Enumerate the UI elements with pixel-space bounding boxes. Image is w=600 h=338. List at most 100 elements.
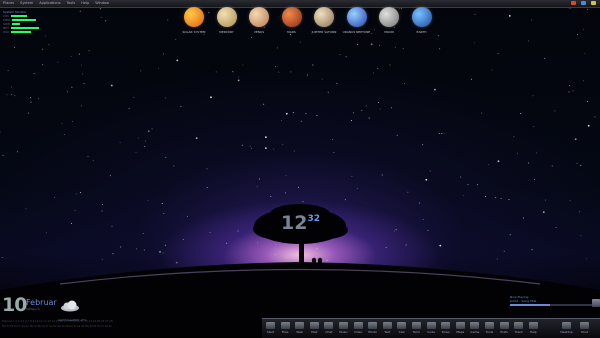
dock-item-desktop[interactable]: Desktop: [560, 322, 573, 334]
star: [143, 249, 145, 251]
dock-item-shut[interactable]: Shut: [578, 322, 591, 334]
dock-item-help[interactable]: Help: [527, 322, 540, 334]
star: [102, 203, 103, 205]
star: [41, 48, 43, 50]
menu-item-applications[interactable]: Applications: [39, 1, 60, 5]
dock-item-video[interactable]: Video: [352, 322, 365, 334]
dock-item-label: Game: [470, 330, 480, 334]
dock-item-label: Text: [384, 330, 391, 334]
planet-launcher-sun[interactable]: SOLAR SYSTEM: [180, 7, 208, 34]
dock-item-tools[interactable]: Tools: [483, 322, 496, 334]
star: [278, 71, 280, 73]
star: [71, 223, 73, 224]
volume-icon[interactable]: [571, 1, 576, 5]
star: [285, 174, 287, 176]
star: [516, 152, 518, 154]
dock-item-label: Tools: [485, 330, 494, 334]
dock-item-term[interactable]: Term: [410, 322, 423, 334]
star: [151, 128, 153, 130]
star: [568, 91, 570, 93]
star: [2, 154, 4, 156]
star: [351, 176, 353, 177]
media-player-icon[interactable]: [592, 299, 600, 307]
star: [110, 84, 113, 87]
network-icon[interactable]: [581, 1, 586, 5]
dock-item-start[interactable]: Start: [264, 322, 277, 334]
star: [1, 257, 3, 258]
dock-item-prefs[interactable]: Prefs: [498, 322, 511, 334]
web-icon: [295, 322, 305, 329]
planet-label: EARTH: [416, 30, 427, 34]
planet-launcher-neptune[interactable]: URANUS NEPTUNE: [343, 7, 371, 34]
dock-item-trash[interactable]: Trash: [512, 322, 525, 334]
star: [509, 234, 511, 236]
star: [277, 47, 279, 49]
star: [175, 261, 178, 264]
star: [306, 74, 308, 76]
venus-icon: [249, 7, 269, 27]
system-tray: [566, 0, 596, 7]
chat-icon: [324, 322, 334, 329]
dock-item-draw[interactable]: Draw: [439, 322, 452, 334]
dock-item-files[interactable]: Files: [279, 322, 292, 334]
dock-item-label: Start: [266, 330, 275, 334]
planet-launcher-moon[interactable]: MOON: [375, 7, 403, 34]
planet-launcher-earth[interactable]: EARTH: [408, 7, 436, 34]
wallpaper-scene: [0, 8, 600, 337]
star: [87, 155, 89, 157]
dock-item-label: Calc: [398, 330, 406, 334]
menu-item-tools[interactable]: Tools: [67, 1, 76, 5]
star: [422, 219, 424, 220]
star: [481, 112, 483, 114]
dock-item-code[interactable]: Code: [425, 322, 438, 334]
star: [460, 176, 462, 178]
dock-item-chat[interactable]: Chat: [322, 322, 335, 334]
earth-icon: [411, 7, 432, 27]
star: [356, 44, 358, 46]
dock-item-web[interactable]: Web: [293, 322, 306, 334]
menu-items: Places System Applications Tools Help Window: [3, 0, 115, 7]
star: [237, 79, 240, 82]
star: [285, 112, 288, 115]
dock-item-calc[interactable]: Calc: [395, 322, 408, 334]
menu-item-places[interactable]: Places: [3, 1, 14, 5]
battery-icon[interactable]: [591, 1, 596, 5]
star: [270, 195, 272, 197]
star: [72, 120, 73, 122]
planet-launcher-mars[interactable]: MARS: [278, 7, 306, 34]
planet-launcher-mercury[interactable]: MERCURY: [213, 7, 241, 34]
star: [368, 117, 370, 119]
star: [533, 126, 535, 128]
star: [112, 253, 114, 255]
star: [61, 123, 63, 125]
star: [586, 101, 588, 103]
sysmon-bar: [10, 27, 39, 29]
menu-item-system[interactable]: System: [20, 1, 33, 5]
maps-icon: [455, 322, 465, 329]
dock-item-music[interactable]: Music: [337, 322, 350, 334]
star: [164, 244, 166, 246]
dock-item-game[interactable]: Game: [468, 322, 481, 334]
star: [379, 44, 381, 46]
star: [569, 8, 571, 9]
date-weekday: Mittwoch: [26, 307, 40, 311]
star: [586, 8, 588, 10]
star: [195, 137, 198, 140]
star: [14, 46, 16, 48]
sysmon-row: DSK: [3, 30, 65, 34]
star: [128, 107, 130, 109]
planet-launcher-saturn[interactable]: JUPITER SATURN: [310, 7, 338, 34]
dock-item-photo[interactable]: Photo: [366, 322, 379, 334]
menu-item-help[interactable]: Help: [81, 1, 89, 5]
star: [71, 86, 73, 88]
star: [176, 59, 179, 62]
dock-item-text[interactable]: Text: [381, 322, 394, 334]
neptune-icon: [346, 7, 367, 27]
star: [439, 244, 442, 247]
planet-launcher-venus[interactable]: VENUS: [245, 7, 273, 34]
clock-minute: 32: [307, 214, 320, 224]
menu-item-window[interactable]: Window: [95, 1, 109, 5]
media-progress[interactable]: [510, 304, 598, 306]
dock-item-maps[interactable]: Maps: [454, 322, 467, 334]
dock-item-mail[interactable]: Mail: [308, 322, 321, 334]
